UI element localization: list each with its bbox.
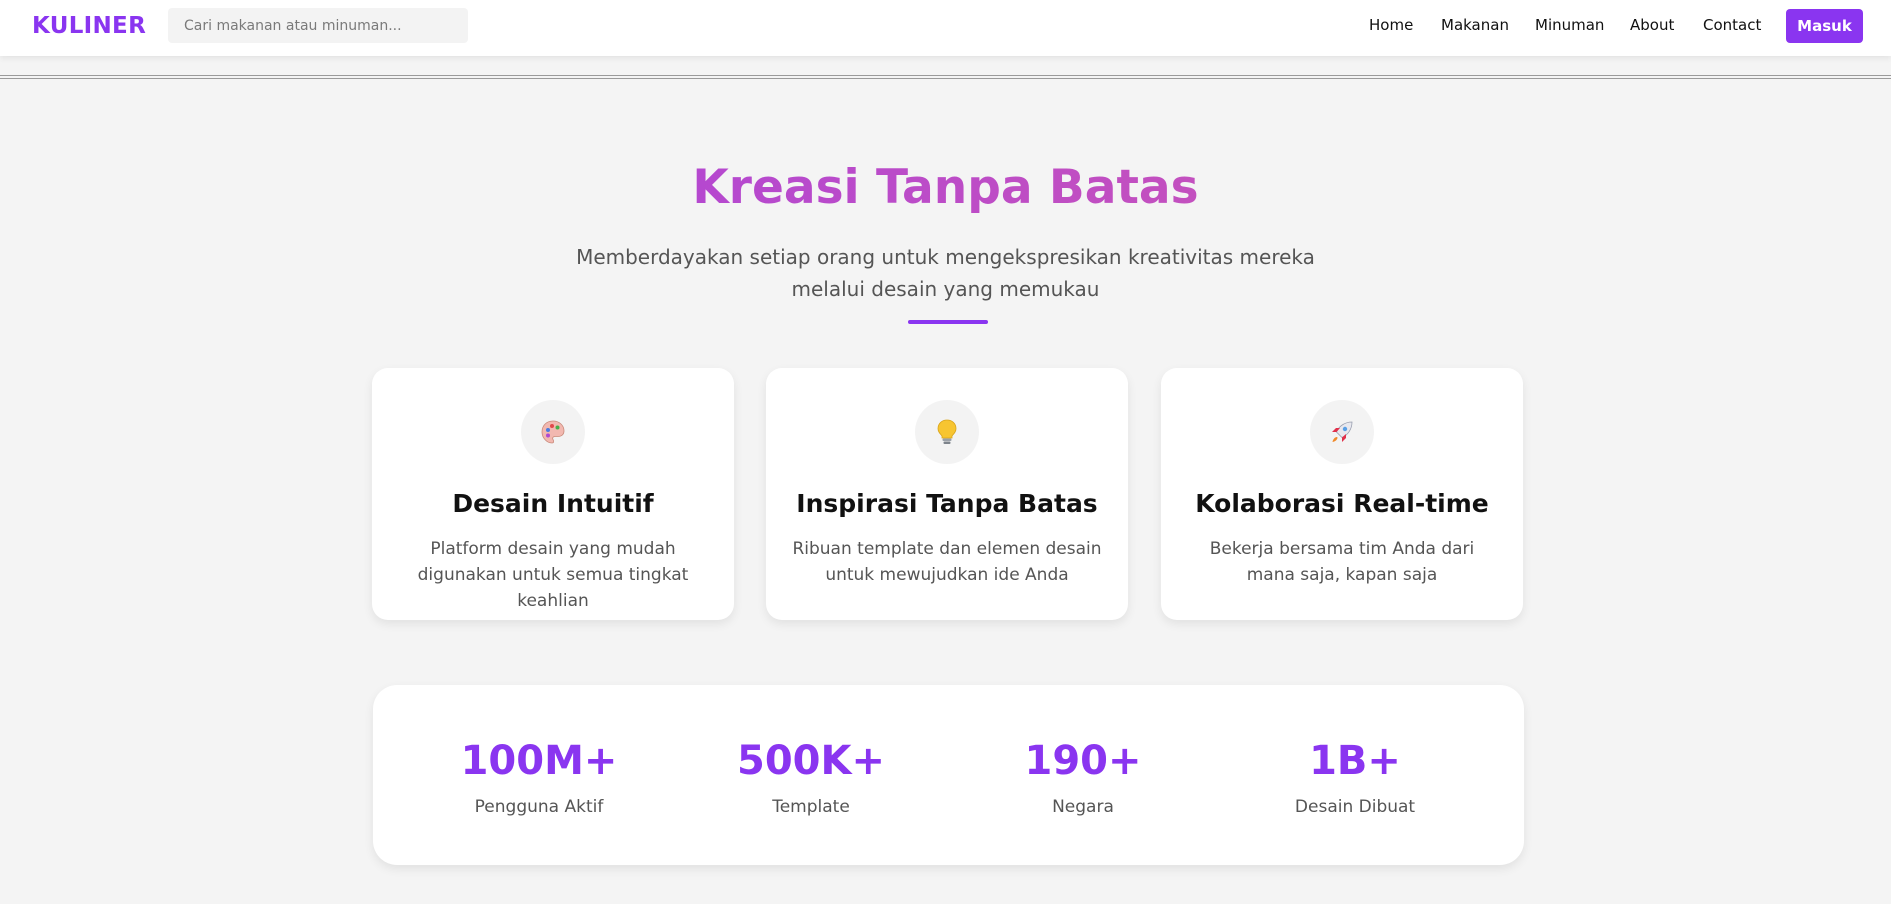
lightbulb-icon xyxy=(915,400,979,464)
search-input[interactable] xyxy=(168,8,468,43)
nav-link-minuman[interactable]: Minuman xyxy=(1535,16,1604,34)
stat-template: 500K+ Template xyxy=(701,735,921,817)
stat-label: Pengguna Aktif xyxy=(474,797,604,817)
stat-value: 100M+ xyxy=(460,738,618,784)
nav-link-makanan[interactable]: Makanan xyxy=(1441,16,1509,34)
brand-logo[interactable]: KULINER xyxy=(32,13,146,39)
stat-label: Template xyxy=(772,797,850,817)
feature-title: Desain Intuitif xyxy=(452,489,654,518)
hero-title: Kreasi Tanpa Batas xyxy=(0,160,1891,215)
stat-pengguna-aktif: 100M+ Pengguna Aktif xyxy=(429,735,649,817)
feature-description: Platform desain yang mudah digunakan unt… xyxy=(417,539,689,611)
stat-desain-dibuat: 1B+ Desain Dibuat xyxy=(1245,735,1465,817)
stats-panel: 100M+ Pengguna Aktif 500K+ Template 190+… xyxy=(373,685,1524,865)
hero-subtitle: Memberdayakan setiap orang untuk mengeks… xyxy=(576,245,1315,301)
feature-title: Inspirasi Tanpa Batas xyxy=(796,489,1098,518)
stat-value: 1B+ xyxy=(1309,738,1401,784)
feature-card-inspirasi: Inspirasi Tanpa Batas Ribuan template da… xyxy=(766,368,1128,620)
stat-label: Negara xyxy=(1052,797,1114,817)
stat-value: 500K+ xyxy=(736,738,885,784)
stat-label: Desain Dibuat xyxy=(1294,797,1416,817)
stat-value: 190+ xyxy=(1024,738,1142,784)
palette-icon xyxy=(521,400,585,464)
stat-negara: 190+ Negara xyxy=(973,735,1193,817)
nav-link-home[interactable]: Home xyxy=(1369,16,1413,34)
nav-link-about[interactable]: About xyxy=(1630,16,1674,34)
navbar: KULINER Home Makanan Minuman About Conta… xyxy=(0,0,1891,56)
login-button[interactable]: Masuk xyxy=(1786,9,1863,43)
title-underline xyxy=(908,320,988,324)
feature-description: Bekerja bersama tim Anda dari mana saja,… xyxy=(1209,539,1475,585)
divider xyxy=(0,75,1891,79)
feature-card-desain: Desain Intuitif Platform desain yang mud… xyxy=(372,368,734,620)
rocket-icon xyxy=(1310,400,1374,464)
feature-title: Kolaborasi Real-time xyxy=(1195,489,1489,518)
feature-card-kolaborasi: Kolaborasi Real-time Bekerja bersama tim… xyxy=(1161,368,1523,620)
feature-description: Ribuan template dan elemen desain untuk … xyxy=(792,539,1102,585)
nav-link-contact[interactable]: Contact xyxy=(1703,16,1761,34)
